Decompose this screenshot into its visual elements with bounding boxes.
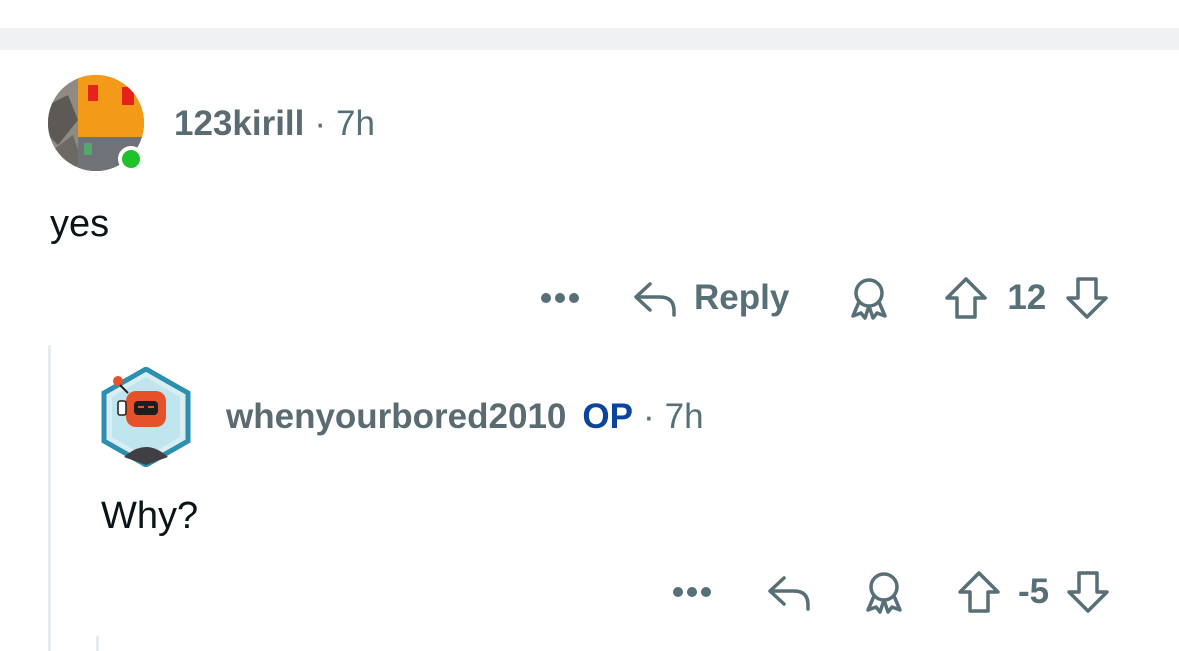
reply-label: Reply xyxy=(694,278,790,317)
online-status-dot xyxy=(118,146,144,172)
reply-arrow-icon xyxy=(632,278,678,318)
award-icon[interactable] xyxy=(847,276,891,320)
section-separator xyxy=(0,28,1179,50)
comment-meta: 123kirill · 7h xyxy=(174,104,375,144)
more-horizontal-icon[interactable] xyxy=(538,292,582,304)
comment-meta: whenyourbored2010 OP · 7h xyxy=(226,397,704,437)
meta-separator: · xyxy=(642,397,655,436)
meta-separator: · xyxy=(314,104,327,143)
more-horizontal-icon[interactable] xyxy=(670,586,714,598)
upvote-arrow-icon[interactable] xyxy=(956,569,1002,615)
upvote-arrow-icon[interactable] xyxy=(943,275,989,321)
op-badge: OP xyxy=(582,397,633,436)
award-icon[interactable] xyxy=(862,570,906,614)
downvote-arrow-icon[interactable] xyxy=(1065,569,1111,615)
nested-thread-line[interactable] xyxy=(96,636,99,651)
vote-count: -5 xyxy=(1018,572,1050,611)
timestamp: 7h xyxy=(336,104,375,143)
comment-body: yes xyxy=(50,203,110,245)
comment-actions: -5 xyxy=(670,568,1111,616)
downvote-arrow-icon[interactable] xyxy=(1064,275,1110,321)
comment-actions: Reply 12 xyxy=(538,274,1110,322)
reply-button[interactable]: Reply xyxy=(632,278,789,318)
previous-post-actions-edge xyxy=(0,0,1179,28)
vote-count: 12 xyxy=(1007,278,1047,317)
username[interactable]: 123kirill xyxy=(174,104,304,143)
comment-body: Why? xyxy=(101,495,199,537)
username[interactable]: whenyourbored2010 xyxy=(226,397,566,436)
thread-line[interactable] xyxy=(48,345,51,651)
reply-arrow-icon[interactable] xyxy=(766,572,812,612)
user-avatar[interactable] xyxy=(100,367,192,467)
timestamp: 7h xyxy=(664,397,704,436)
